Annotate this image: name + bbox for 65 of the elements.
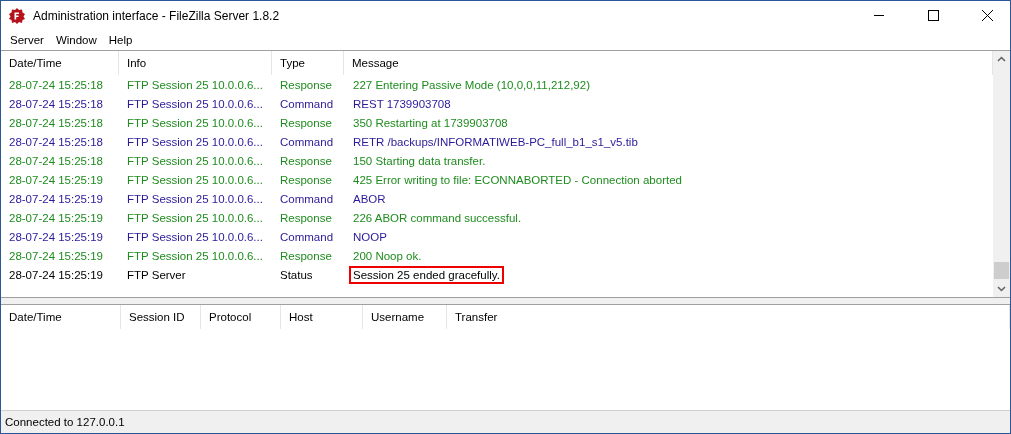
log-cell-text: 28-07-24 15:25:19 xyxy=(8,268,104,281)
log-cell-text: Command xyxy=(279,97,335,110)
log-message: 200 Noop ok. xyxy=(352,248,423,264)
log-cell-text: 28-07-24 15:25:18 xyxy=(8,135,104,148)
log-message: 425 Error writing to file: ECONNABORTED - Connection aborted xyxy=(352,172,683,188)
log-message: Session 25 ended gracefully. xyxy=(349,265,504,284)
log-cell-text: 28-07-24 15:25:19 xyxy=(8,211,104,224)
log-cell-text: FTP Server xyxy=(126,268,187,281)
log-cell-text: 28-07-24 15:25:19 xyxy=(8,249,104,262)
log-cell-text: FTP Session 25 10.0.0.6... xyxy=(126,230,264,243)
log-cell-text: Command xyxy=(279,230,335,243)
status-text: Connected to 127.0.0.1 xyxy=(5,416,125,428)
log-cell-text: 28-07-24 15:25:18 xyxy=(8,97,104,110)
log-cell-text: Command xyxy=(279,135,335,148)
column-header[interactable]: Date/Time xyxy=(1,305,121,329)
log-cell-text: FTP Session 25 10.0.0.6... xyxy=(126,135,264,148)
log-cell-text: Response xyxy=(279,78,333,91)
column-header[interactable]: Host xyxy=(281,305,363,329)
window-title: Administration interface - FileZilla Server 1.8.2 xyxy=(33,8,281,23)
log-cell-text: FTP Session 25 10.0.0.6... xyxy=(126,116,264,129)
log-cell-text: 28-07-24 15:25:19 xyxy=(8,173,104,186)
log-message: 226 ABOR command successful. xyxy=(352,210,523,226)
log-message: ABOR xyxy=(352,191,387,207)
scrollbar-thumb[interactable] xyxy=(994,262,1009,279)
log-message: RETR /backups/INFORMATIWEB-PC_full_b1_s1_v5.tib xyxy=(352,134,639,150)
scrollbar[interactable] xyxy=(993,51,1010,297)
column-header[interactable]: Username xyxy=(363,305,447,329)
close-icon xyxy=(981,10,993,21)
maximize-icon xyxy=(927,10,939,21)
menu-item[interactable]: Help xyxy=(102,34,139,46)
log-cell-text: 28-07-24 15:25:18 xyxy=(8,116,104,129)
pane-splitter[interactable] xyxy=(1,297,1010,304)
column-header[interactable]: Transfer xyxy=(447,305,1010,329)
column-header[interactable]: Type xyxy=(272,51,344,75)
log-cell-text: FTP Session 25 10.0.0.6... xyxy=(126,173,264,186)
log-cell-text: Response xyxy=(279,116,333,129)
log-message: 227 Entering Passive Mode (10,0,0,11,212,92) xyxy=(352,77,591,93)
log-cell-text: FTP Session 25 10.0.0.6... xyxy=(126,249,264,262)
log-cell-text: 28-07-24 15:25:19 xyxy=(8,192,104,205)
log-message: NOOP xyxy=(352,229,388,245)
log-cell-text: FTP Session 25 10.0.0.6... xyxy=(126,154,264,167)
log-cell-text: 28-07-24 15:25:19 xyxy=(8,230,104,243)
minimize-icon xyxy=(874,15,884,16)
menu-item[interactable]: Window xyxy=(49,34,103,46)
log-message: REST 1739903708 xyxy=(352,96,452,112)
log-cell-text: 28-07-24 15:25:18 xyxy=(8,154,104,167)
log-cell-text: Response xyxy=(279,249,333,262)
log-cell-text: 28-07-24 15:25:18 xyxy=(8,78,104,91)
log-cell-text: FTP Session 25 10.0.0.6... xyxy=(126,97,264,110)
column-header[interactable]: Session ID xyxy=(121,305,201,329)
log-cell-text: FTP Session 25 10.0.0.6... xyxy=(126,192,264,205)
app-logo-icon xyxy=(9,7,25,24)
log-cell-text: Response xyxy=(279,173,333,186)
column-header[interactable]: Info xyxy=(119,51,272,75)
column-header[interactable]: Date/Time xyxy=(1,51,119,75)
log-cell-text: Response xyxy=(279,211,333,224)
log-cell-text: Response xyxy=(279,154,333,167)
menu-item[interactable]: Server xyxy=(4,34,50,46)
log-cell-text: Command xyxy=(279,192,335,205)
column-header[interactable]: Protocol xyxy=(201,305,281,329)
log-cell-text: Status xyxy=(279,268,314,281)
log-cell-text: FTP Session 25 10.0.0.6... xyxy=(126,211,264,224)
log-cell-text: FTP Session 25 10.0.0.6... xyxy=(126,78,264,91)
log-message: 350 Restarting at 1739903708 xyxy=(352,115,509,131)
log-message: 150 Starting data transfer. xyxy=(352,153,487,169)
